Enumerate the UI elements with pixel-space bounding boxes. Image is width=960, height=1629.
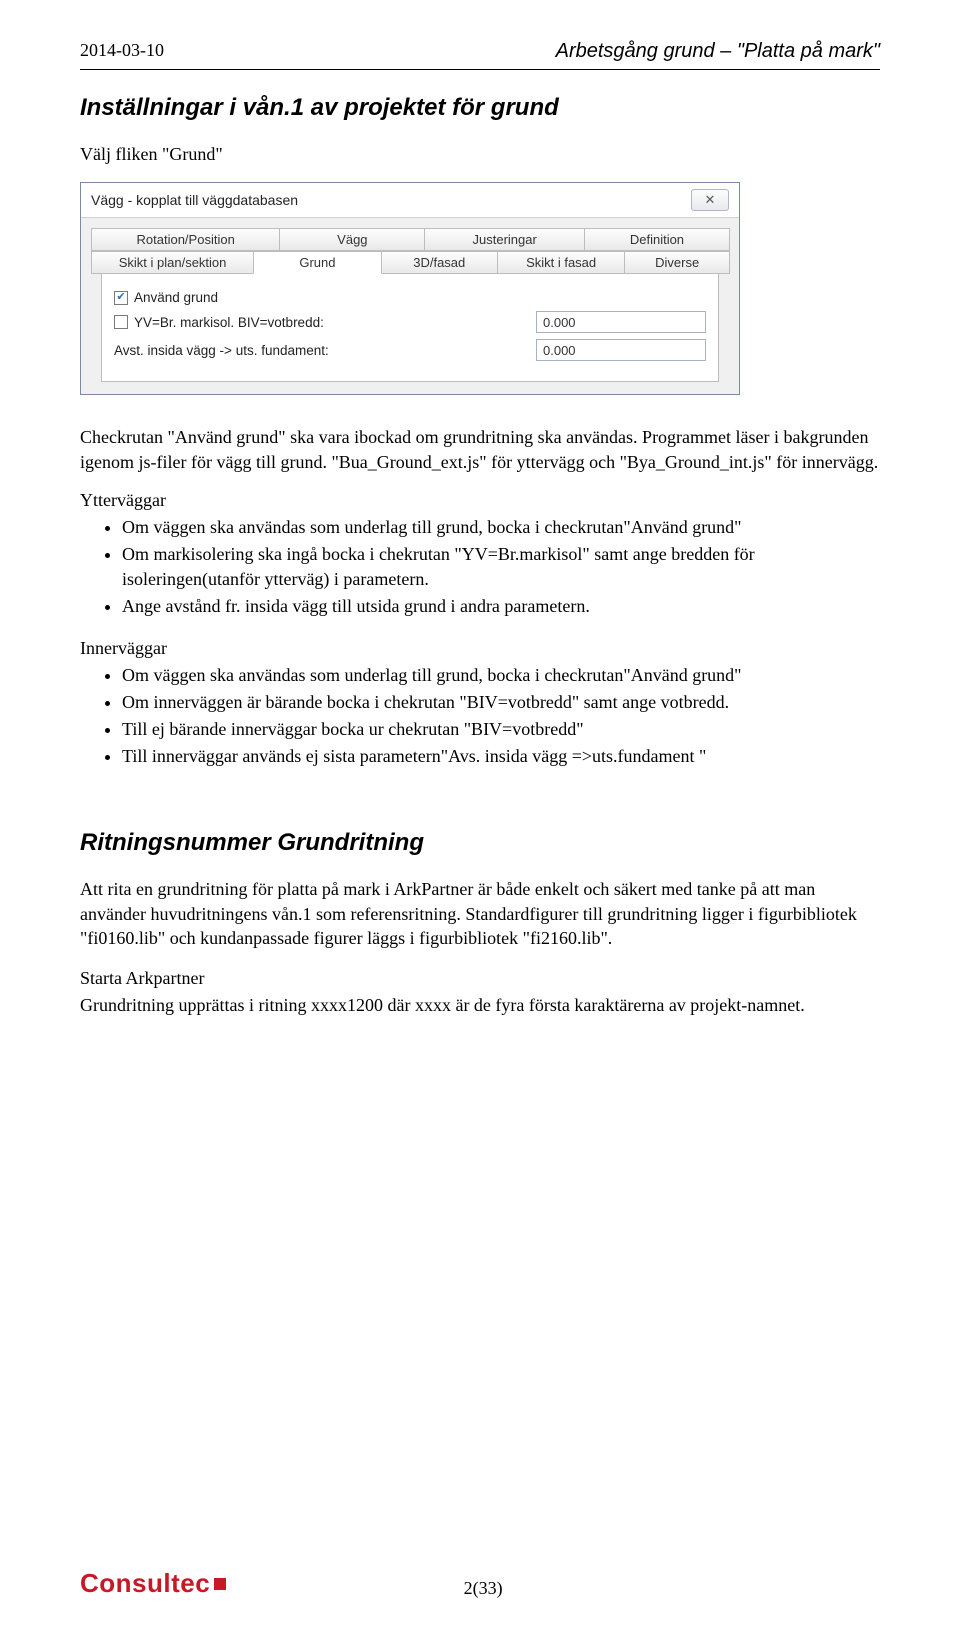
outer-walls-list: Om väggen ska användas som underlag till… (80, 515, 880, 620)
checkbox-yv-biv-label: YV=Br. markisol. BIV=votbredd: (134, 315, 324, 330)
dialog-titlebar: Vägg - kopplat till väggdatabasen ✕ (81, 183, 739, 218)
list-item: Om markisolering ska ingå bocka i chekru… (122, 542, 880, 592)
outer-walls-heading: Ytterväggar (80, 490, 880, 511)
list-item: Om väggen ska användas som underlag till… (122, 663, 880, 688)
avst-label: Avst. insida vägg -> uts. fundament: (114, 343, 329, 358)
inner-walls-heading: Innerväggar (80, 638, 880, 659)
section2-title: Ritningsnummer Grundritning (80, 829, 880, 857)
list-item: Om väggen ska användas som underlag till… (122, 515, 880, 540)
list-item: Till innerväggar används ej sista parame… (122, 744, 880, 769)
checkbox-yv-biv[interactable] (114, 315, 128, 329)
header-date: 2014-03-10 (80, 40, 164, 61)
section2-p2-body: Grundritning upprättas i ritning xxxx120… (80, 993, 880, 1017)
header-doc-title: Arbetsgång grund – "Platta på mark" (556, 40, 880, 63)
logo-mark-icon (214, 1578, 226, 1590)
consultec-logo: Consultec (80, 1568, 226, 1599)
section1-intro: Välj fliken "Grund" (80, 142, 880, 166)
checkbox-anvand-grund[interactable]: ✔ (114, 291, 128, 305)
page-footer: Consultec 2(33) (80, 1568, 880, 1599)
section1-title: Inställningar i vån.1 av projektet för g… (80, 94, 880, 122)
yv-value-input[interactable] (536, 311, 706, 333)
dialog-tabs: Rotation/Position Vägg Justeringar Defin… (81, 218, 739, 382)
list-item: Ange avstånd fr. insida vägg till utsida… (122, 594, 880, 619)
avst-value-input[interactable] (536, 339, 706, 361)
tab-3d-fasad[interactable]: 3D/fasad (381, 251, 498, 274)
dialog-title: Vägg - kopplat till väggdatabasen (91, 192, 298, 208)
close-icon[interactable]: ✕ (691, 189, 729, 211)
avst-row: Avst. insida vägg -> uts. fundament: (114, 339, 706, 361)
tab-row-1: Rotation/Position Vägg Justeringar Defin… (91, 228, 729, 251)
yv-row: YV=Br. markisol. BIV=votbredd: (114, 311, 706, 333)
tab-skikt-i-fasad[interactable]: Skikt i fasad (497, 251, 626, 274)
page-number: 2(33) (226, 1578, 740, 1599)
dialog-body: ✔ Använd grund YV=Br. markisol. BIV=votb… (101, 274, 719, 382)
tab-vagg[interactable]: Vägg (279, 228, 425, 251)
page-header: 2014-03-10 Arbetsgång grund – "Platta på… (80, 40, 880, 63)
tab-row-2: Skikt i plan/sektion Grund 3D/fasad Skik… (91, 251, 729, 274)
tab-rotation-position[interactable]: Rotation/Position (91, 228, 280, 251)
tab-grund[interactable]: Grund (253, 251, 382, 274)
para-after-dialog: Checkrutan "Använd grund" ska vara ibock… (80, 425, 880, 474)
wall-dialog: Vägg - kopplat till väggdatabasen ✕ Rota… (80, 182, 740, 395)
logo-text: Consultec (80, 1568, 210, 1599)
tab-diverse[interactable]: Diverse (624, 251, 730, 274)
section2-p2-lead: Starta Arkpartner (80, 966, 880, 990)
checkbox-anvand-grund-row: ✔ Använd grund (114, 290, 706, 305)
header-rule (80, 69, 880, 70)
tab-definition[interactable]: Definition (584, 228, 730, 251)
list-item: Till ej bärande innerväggar bocka ur che… (122, 717, 880, 742)
section2-p1: Att rita en grundritning för platta på m… (80, 877, 880, 950)
tab-skikt-plan-sektion[interactable]: Skikt i plan/sektion (91, 251, 254, 274)
checkbox-anvand-grund-label: Använd grund (134, 290, 218, 305)
list-item: Om innerväggen är bärande bocka i chekru… (122, 690, 880, 715)
inner-walls-list: Om väggen ska användas som underlag till… (80, 663, 880, 770)
tab-justeringar[interactable]: Justeringar (424, 228, 585, 251)
